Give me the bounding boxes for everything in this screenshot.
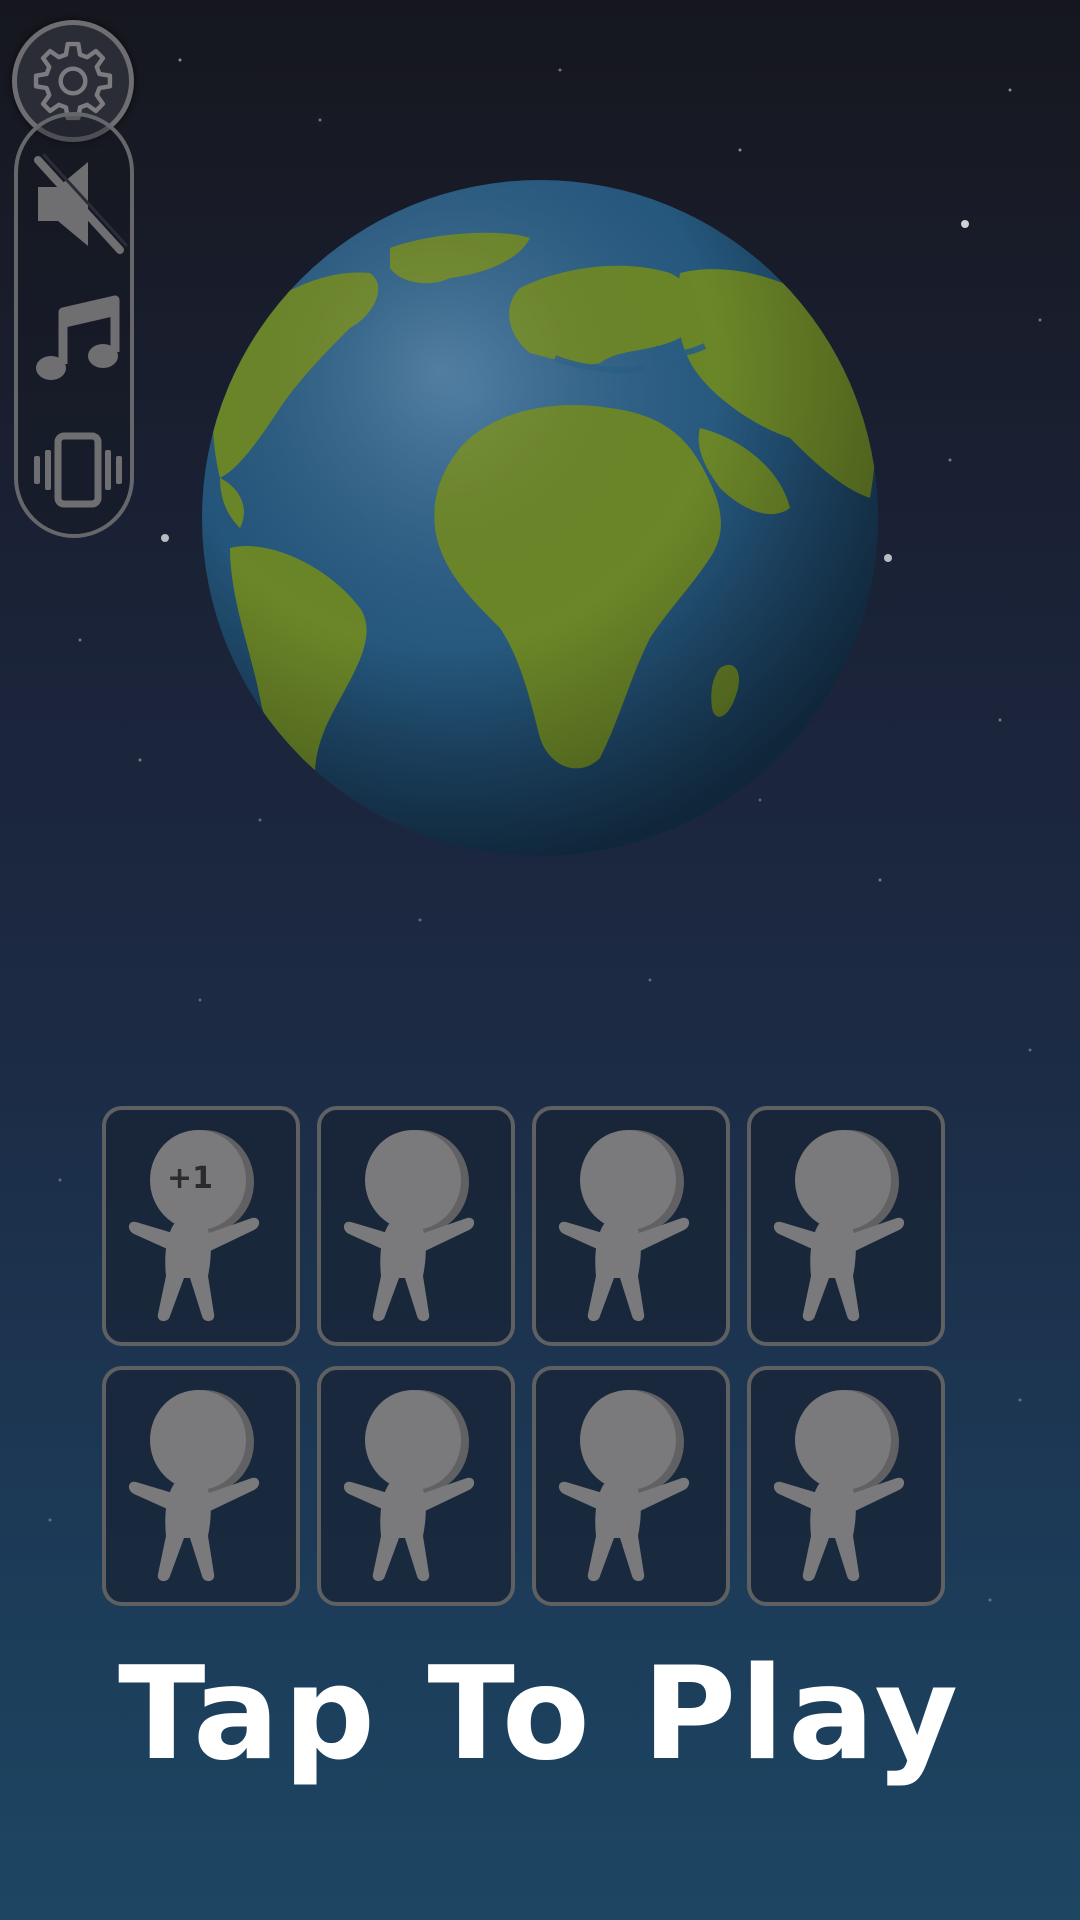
vibration-icon (34, 432, 122, 508)
globe-illustration (202, 180, 878, 856)
character-slot[interactable] (747, 1366, 945, 1606)
earth-globe[interactable] (200, 178, 880, 858)
character-slot[interactable] (532, 1366, 730, 1606)
music-toggle-button[interactable] (18, 294, 138, 386)
character-slot[interactable]: +1 (102, 1106, 300, 1346)
character-silhouette-icon (343, 1390, 475, 1582)
character-grid: +1 (102, 1106, 948, 1606)
character-slot[interactable] (102, 1366, 300, 1606)
character-silhouette-icon (128, 1390, 260, 1582)
character-slot[interactable] (747, 1106, 945, 1346)
character-silhouette-icon (773, 1130, 905, 1322)
vibration-toggle-button[interactable] (18, 432, 138, 508)
character-slot[interactable] (532, 1106, 730, 1346)
character-label: +1 (167, 1161, 213, 1196)
tap-to-play-prompt[interactable]: Tap To Play (0, 1640, 1080, 1789)
sound-toggle-button[interactable] (18, 152, 138, 256)
character-silhouette-icon: +1 (128, 1130, 260, 1322)
character-silhouette-icon (558, 1390, 690, 1582)
music-note-icon (36, 295, 120, 380)
character-silhouette-icon (773, 1390, 905, 1582)
character-silhouette-icon (558, 1130, 690, 1322)
character-silhouette-icon (343, 1130, 475, 1322)
character-slot[interactable] (317, 1366, 515, 1606)
audio-settings-panel (14, 112, 134, 538)
speaker-muted-icon (34, 153, 128, 254)
character-slot[interactable] (317, 1106, 515, 1346)
